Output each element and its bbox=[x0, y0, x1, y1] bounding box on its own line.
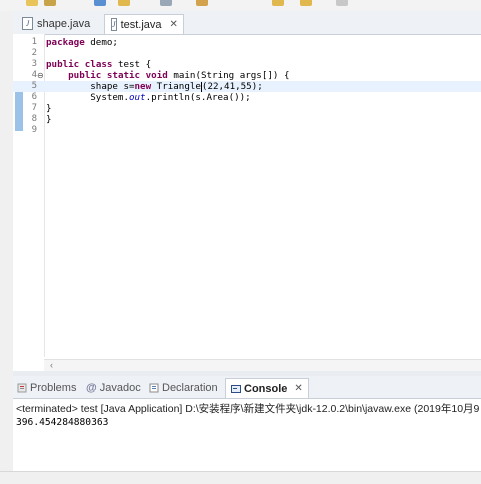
close-icon[interactable]: ✕ bbox=[294, 383, 302, 394]
line-number: 1 bbox=[31, 37, 37, 47]
line-number: 2 bbox=[31, 48, 37, 58]
toolbar-open-icon[interactable] bbox=[118, 0, 130, 6]
toolbar-folder-icon[interactable] bbox=[26, 0, 38, 6]
code-line: 2 bbox=[13, 48, 481, 59]
code-line: 1 package demo; bbox=[13, 37, 481, 48]
code-line: 4 ⊖ public static void main(String args[… bbox=[13, 70, 481, 81]
line-number: 5 bbox=[31, 81, 37, 91]
toolbar-run-icon[interactable] bbox=[94, 0, 106, 6]
toolbar-forward-icon[interactable] bbox=[300, 0, 312, 6]
toolbar-back-icon[interactable] bbox=[272, 0, 284, 6]
java-file-icon: J bbox=[22, 17, 33, 30]
fold-minus-icon[interactable]: ⊖ bbox=[37, 70, 44, 81]
java-file-icon: J bbox=[111, 18, 117, 31]
toolbar-nav-icon[interactable] bbox=[196, 0, 208, 6]
editor-area: J shape.java J test.java ✕ 1 package dem… bbox=[13, 11, 481, 371]
close-icon[interactable]: ✕ bbox=[170, 19, 178, 30]
tab-label: Console bbox=[244, 382, 288, 395]
code-text: public static void main(String args[]) { bbox=[68, 70, 290, 81]
view-tab-bar: Problems @ Javadoc Declaration Console ✕ bbox=[13, 376, 481, 399]
console-header: <terminated> test [Java Application] D:\… bbox=[16, 403, 480, 415]
code-line: 3 public class test { bbox=[13, 59, 481, 70]
code-text: } bbox=[46, 103, 52, 114]
code-text: System.out.println(s.Area()); bbox=[46, 92, 251, 103]
left-trim bbox=[0, 11, 13, 471]
line-number: 4 bbox=[31, 70, 37, 80]
code-line-current: 5 shape s=new Triangle(22,41,55); bbox=[13, 81, 481, 92]
problems-icon bbox=[17, 383, 27, 392]
tab-javadoc[interactable]: @ Javadoc bbox=[86, 378, 141, 397]
tab-label: Declaration bbox=[162, 381, 218, 394]
tab-problems[interactable]: Problems bbox=[17, 378, 76, 397]
code-text: package demo; bbox=[46, 37, 118, 48]
tab-label: test.java bbox=[120, 18, 162, 31]
line-number: 3 bbox=[31, 59, 37, 69]
console-output: 396.454284880363 bbox=[16, 417, 109, 428]
line-number: 9 bbox=[31, 125, 37, 135]
tab-label: Javadoc bbox=[99, 381, 141, 394]
javadoc-icon: @ bbox=[86, 381, 97, 394]
text-caret bbox=[200, 81, 202, 92]
tab-test-java[interactable]: J test.java ✕ bbox=[104, 14, 184, 34]
code-line: 8 } bbox=[13, 114, 481, 125]
code-line: 7 } bbox=[13, 103, 481, 114]
line-number: 8 bbox=[31, 114, 37, 124]
scroll-left-icon[interactable]: ‹ bbox=[50, 360, 53, 370]
status-bar bbox=[0, 471, 481, 484]
main-toolbar bbox=[0, 0, 481, 11]
tab-shape-java[interactable]: J shape.java bbox=[16, 14, 100, 33]
console-panel: Problems @ Javadoc Declaration Console ✕… bbox=[13, 376, 481, 471]
line-number: 6 bbox=[31, 92, 37, 102]
line-number: 7 bbox=[31, 103, 37, 113]
toolbar-tool-icon[interactable] bbox=[44, 0, 56, 6]
console-icon bbox=[231, 384, 241, 393]
code-line: 9 bbox=[13, 125, 481, 136]
code-text: } bbox=[46, 114, 52, 125]
tab-console[interactable]: Console ✕ bbox=[225, 378, 309, 398]
horizontal-scrollbar[interactable]: ‹ bbox=[44, 359, 481, 371]
tab-label: Problems bbox=[30, 381, 77, 394]
code-text: public class test { bbox=[46, 59, 152, 70]
toolbar-search-icon[interactable] bbox=[160, 0, 172, 6]
tab-declaration[interactable]: Declaration bbox=[149, 378, 218, 397]
declaration-icon bbox=[149, 383, 159, 392]
tab-label: shape.java bbox=[37, 17, 91, 30]
toolbar-history-icon[interactable] bbox=[336, 0, 348, 6]
code-line: 6 System.out.println(s.Area()); bbox=[13, 92, 481, 103]
code-text: shape s=new Triangle(22,41,55); bbox=[46, 81, 263, 92]
editor-tab-bar: J shape.java J test.java ✕ bbox=[13, 11, 481, 35]
